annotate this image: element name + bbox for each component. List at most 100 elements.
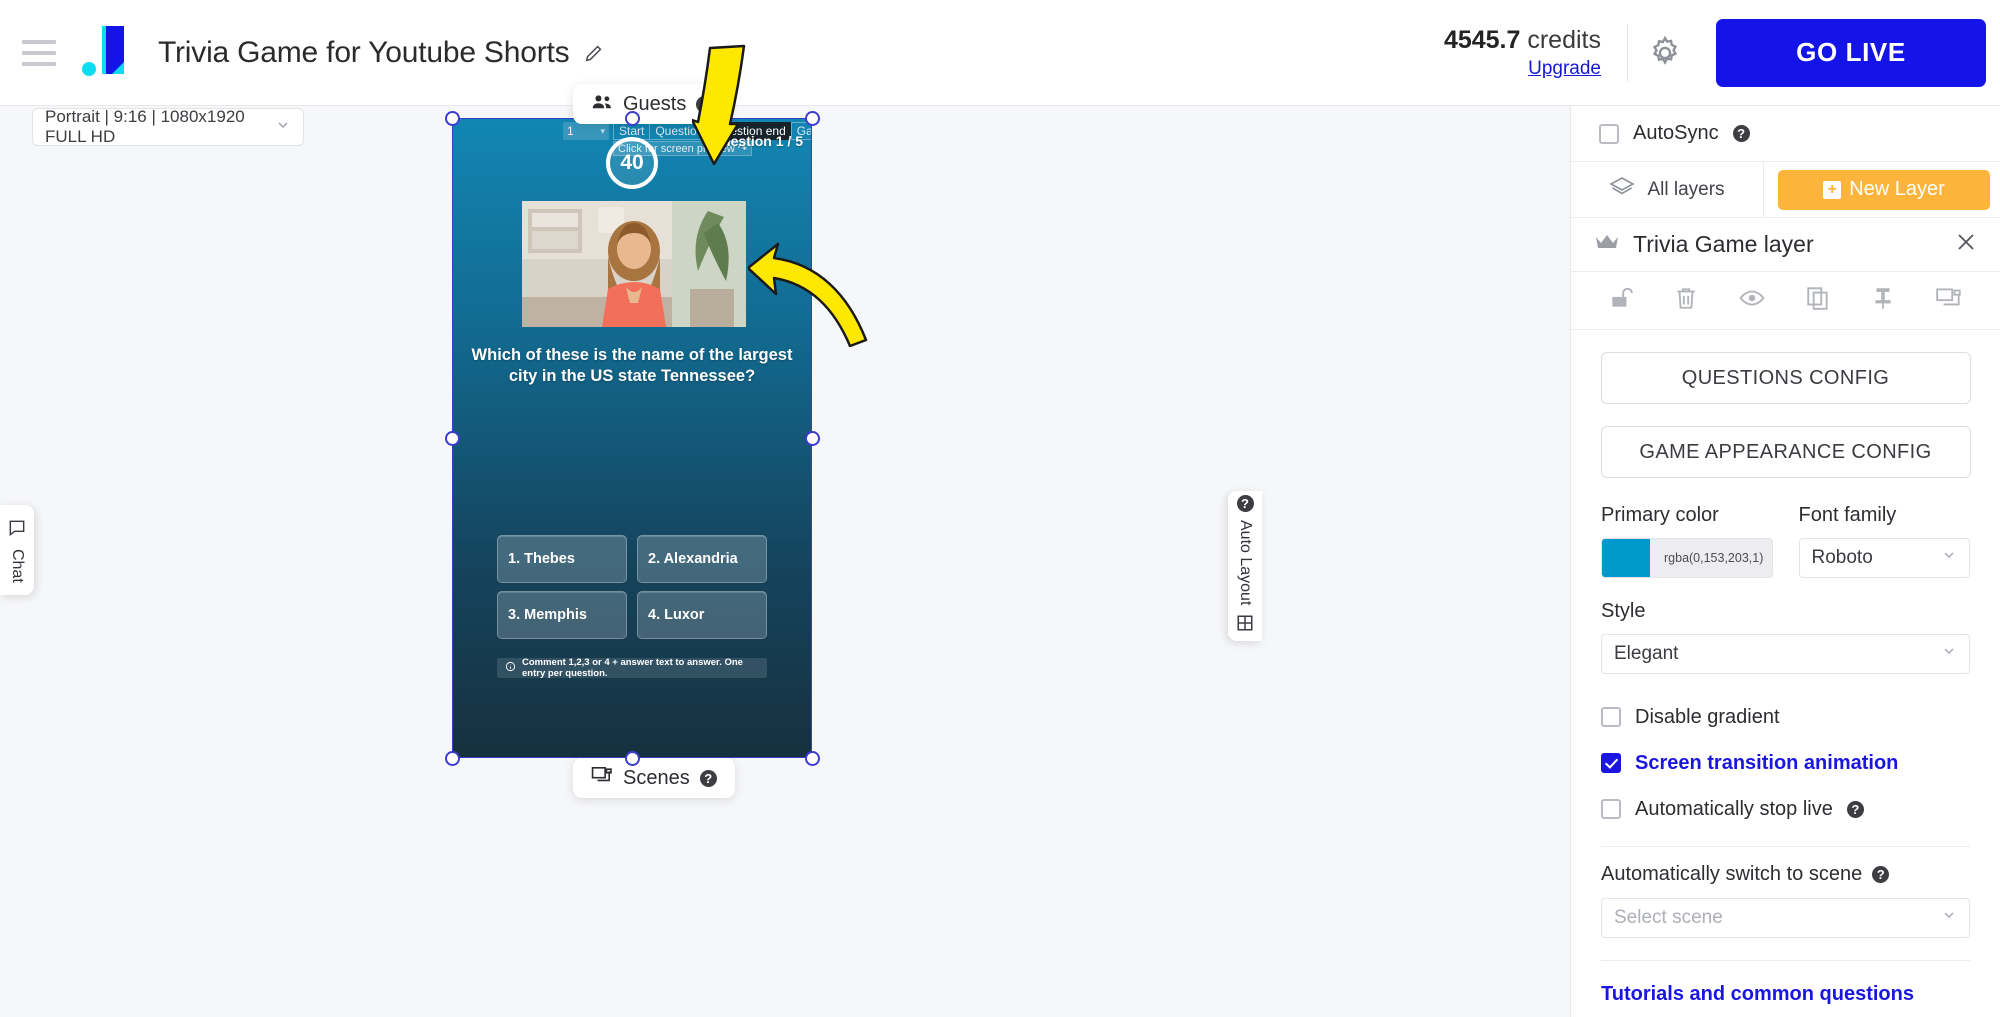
resize-handle-tr[interactable] <box>805 111 820 126</box>
answer-option-4[interactable]: 4. Luxor <box>637 591 767 639</box>
auto-stop-live-checkbox[interactable] <box>1601 799 1621 819</box>
auto-switch-scene-block: Automatically switch to scene ? Select s… <box>1571 847 2000 938</box>
resize-handle-mr[interactable] <box>805 431 820 446</box>
autosync-row: AutoSync ? <box>1571 106 2000 162</box>
topbar-right-group: 4545.7 credits Upgrade GO LIVE <box>1444 0 2000 105</box>
resize-handle-tl[interactable] <box>445 111 460 126</box>
font-family-field: Font family Roboto <box>1798 504 1970 578</box>
copy-icon[interactable] <box>1805 285 1831 316</box>
credits-line: 4545.7 credits <box>1444 26 1601 55</box>
auto-layout-tab[interactable]: ? Auto Layout <box>1228 491 1262 641</box>
answer-option-3[interactable]: 3. Memphis <box>497 591 627 639</box>
chevron-down-icon <box>1941 907 1957 929</box>
screen-fit-icon[interactable] <box>1935 286 1963 315</box>
auto-stop-live-label: Automatically stop live <box>1635 797 1833 820</box>
preview-hint-text: Comment 1,2,3 or 4 + answer text to answ… <box>522 657 743 679</box>
all-layers-button[interactable]: All layers <box>1571 162 1764 217</box>
auto-switch-scene-label-wrap: Automatically switch to scene ? <box>1601 863 1970 886</box>
primary-color-input[interactable]: rgba(0,153,203,1) <box>1601 538 1773 578</box>
preview-question-number-select[interactable]: 1 ▾ <box>563 122 609 140</box>
preview-timer: 40 <box>606 137 658 189</box>
scenes-icon <box>591 766 613 790</box>
resize-handle-ml[interactable] <box>445 431 460 446</box>
style-value: Elegant <box>1614 643 1679 664</box>
guest-video-thumbnail <box>522 201 746 327</box>
select-scene-value: Select scene <box>1614 907 1723 928</box>
help-icon[interactable]: ? <box>1236 495 1254 513</box>
right-panel: AutoSync ? All layers + New Layer Trivia… <box>1570 106 2000 1017</box>
layers-row: All layers + New Layer <box>1571 162 2000 218</box>
style-label: Style <box>1601 600 1646 622</box>
help-icon[interactable]: ? <box>699 769 717 787</box>
plus-icon: + <box>1823 180 1842 199</box>
gear-icon[interactable] <box>1628 34 1702 72</box>
appearance-fields: Primary color rgba(0,153,203,1) Font fam… <box>1571 478 2000 578</box>
resize-handle-bm[interactable] <box>625 751 640 766</box>
font-family-select[interactable]: Roboto <box>1798 538 1970 578</box>
page-title: Trivia Game for Youtube Shorts <box>158 35 570 69</box>
tutorials-link[interactable]: Tutorials and common questions <box>1571 961 2000 1006</box>
trash-icon[interactable] <box>1673 285 1699 316</box>
autosync-checkbox[interactable] <box>1599 123 1619 144</box>
crown-icon <box>1595 233 1619 256</box>
chevron-down-icon <box>1941 643 1957 665</box>
credits-box: 4545.7 credits Upgrade <box>1444 26 1627 80</box>
primary-color-field: Primary color rgba(0,153,203,1) <box>1601 504 1773 578</box>
pin-icon[interactable] <box>1870 285 1896 316</box>
close-icon[interactable] <box>1954 230 1978 259</box>
new-layer-label: New Layer <box>1849 178 1945 200</box>
screen-transition-label: Screen transition animation <box>1635 751 1899 774</box>
primary-color-label: Primary color <box>1601 504 1719 526</box>
go-live-button[interactable]: GO LIVE <box>1716 18 1986 87</box>
preview-question-counter: Question 1 / 5 <box>711 133 803 149</box>
upgrade-link[interactable]: Upgrade <box>1528 58 1601 80</box>
resolution-select[interactable]: Portrait | 9:16 | 1080x1920 FULL HD <box>32 107 304 146</box>
scenes-label: Scenes <box>623 766 690 789</box>
hamburger-icon[interactable] <box>22 39 56 66</box>
work-area: Portrait | 9:16 | 1080x1920 FULL HD Gues… <box>0 44 1570 1017</box>
chat-tab[interactable]: Chat <box>0 505 34 595</box>
stage-tab-question[interactable]: Question <box>649 122 709 140</box>
game-appearance-config-button[interactable]: GAME APPEARANCE CONFIG <box>1600 426 1971 478</box>
resize-handle-br[interactable] <box>805 751 820 766</box>
font-family-label: Font family <box>1798 504 1897 526</box>
chat-tab-label: Chat <box>9 548 26 583</box>
resize-handle-tm[interactable] <box>625 111 640 126</box>
help-icon[interactable]: ? <box>1846 800 1864 818</box>
answer-option-1[interactable]: 1. Thebes <box>497 535 627 583</box>
answer-option-2[interactable]: 2. Alexandria <box>637 535 767 583</box>
questions-config-button[interactable]: QUESTIONS CONFIG <box>1600 352 1971 404</box>
screen-transition-row: Screen transition animation <box>1571 740 2000 786</box>
screen-transition-checkbox[interactable] <box>1601 753 1621 773</box>
style-field: Style Elegant <box>1571 578 2000 674</box>
style-select[interactable]: Elegant <box>1601 634 1970 674</box>
guests-button[interactable]: Guests ? <box>573 84 732 124</box>
help-icon[interactable]: ? <box>1872 866 1890 883</box>
canvas-frame[interactable]: 1 ▾ Start Question Question end Game end… <box>452 118 812 758</box>
disable-gradient-checkbox[interactable] <box>1601 707 1621 727</box>
font-family-value: Roboto <box>1811 547 1873 568</box>
preview-hint-bar: Comment 1,2,3 or 4 + answer text to answ… <box>497 657 767 679</box>
layer-tools <box>1571 272 2000 330</box>
scenes-button[interactable]: Scenes ? <box>573 758 735 798</box>
all-layers-label: All layers <box>1647 178 1725 200</box>
new-layer-button[interactable]: + New Layer <box>1778 169 1990 210</box>
scenes-pill-wrap: Scenes ? <box>573 758 735 798</box>
help-icon[interactable]: ? <box>696 95 714 113</box>
chevron-down-icon: ▾ <box>600 125 605 136</box>
color-swatch[interactable] <box>1602 539 1650 577</box>
preview-answers: 1. Thebes 2. Alexandria 3. Memphis 4. Lu… <box>497 535 767 639</box>
brand-logo-icon[interactable] <box>72 22 144 84</box>
resize-handle-bl[interactable] <box>445 751 460 766</box>
preview-question-text: Which of these is the name of the larges… <box>471 346 793 385</box>
top-bar: Trivia Game for Youtube Shorts 4545.7 cr… <box>0 0 2000 106</box>
auto-stop-live-row: Automatically stop live ? <box>1571 786 2000 832</box>
pencil-icon[interactable] <box>583 42 605 64</box>
select-scene-dropdown[interactable]: Select scene <box>1601 898 1970 938</box>
guests-pill-wrap: Guests ? <box>573 84 732 124</box>
eye-icon[interactable] <box>1738 285 1766 316</box>
credits-value: 4545.7 <box>1443 25 1521 54</box>
help-icon[interactable]: ? <box>1732 125 1750 142</box>
unlock-icon[interactable] <box>1608 285 1634 316</box>
chat-bubble-icon <box>7 518 27 543</box>
